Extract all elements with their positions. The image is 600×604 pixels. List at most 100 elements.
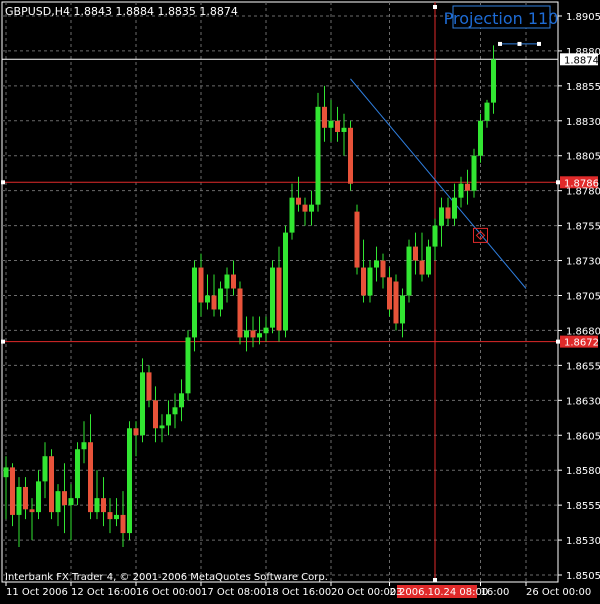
candle-bull (478, 120, 483, 156)
candle-bull (159, 425, 165, 429)
candle-bull (68, 498, 74, 506)
y-tick-label: 1.8705 (566, 291, 600, 302)
candle-bear (419, 260, 425, 275)
candle-bear (322, 106, 327, 128)
candle-bull (471, 155, 477, 191)
candle-bull (172, 407, 178, 415)
candle-bull (328, 120, 334, 128)
time-label: 2006.10.24 08:00 (399, 587, 488, 598)
chart-header: GBPUSD,H4 1.8843 1.8884 1.8835 1.8874 (5, 5, 238, 18)
x-tick-label: 16:00 (481, 587, 510, 598)
candle-bear (302, 204, 308, 212)
price-label: 1.8672 (564, 338, 599, 349)
candle-bull (36, 481, 41, 513)
x-tick-label: 26 Oct 00:00 (526, 587, 591, 598)
candle-bear (133, 428, 139, 436)
y-tick-label: 1.8905 (566, 12, 600, 23)
candle-bear (380, 260, 386, 278)
candle-bear (107, 512, 113, 520)
candle-bear (101, 498, 106, 513)
candle-bear (296, 197, 301, 205)
x-tick-label: 12 Oct 16:00 (71, 587, 136, 598)
candle-bull (484, 102, 490, 121)
candle-bull (315, 106, 321, 205)
candle-bull (16, 486, 22, 515)
line-handle[interactable] (537, 41, 541, 46)
candle-bull (55, 491, 61, 513)
x-tick-label: 16 Oct 00:00 (136, 587, 201, 598)
candle-bull (218, 288, 223, 310)
line-handle[interactable] (498, 41, 502, 46)
line-handle[interactable] (556, 339, 560, 344)
candle-bear (23, 486, 28, 510)
y-tick-label: 1.8830 (566, 117, 600, 128)
candle-bull (452, 197, 457, 219)
y-tick-label: 1.8655 (566, 361, 600, 372)
candle-bull (3, 467, 9, 478)
candle-bull (283, 232, 288, 331)
projection-label-box[interactable]: Projection 110 (444, 5, 559, 29)
candle-bull (185, 337, 191, 394)
y-tick-label: 1.8880 (566, 47, 600, 58)
line-handle[interactable] (1, 180, 5, 185)
candle-bear (231, 274, 236, 289)
candle-bull (432, 225, 438, 247)
y-tick-label: 1.8680 (566, 326, 600, 337)
y-tick-label: 1.8555 (566, 501, 600, 512)
candle-bull (244, 330, 249, 338)
candle-bear (198, 267, 204, 303)
projection-label: Projection 110 (444, 9, 559, 28)
candle-bull (224, 274, 230, 289)
y-tick-label: 1.8605 (566, 431, 600, 442)
candle-bear (29, 509, 35, 513)
line-handle[interactable] (433, 578, 437, 582)
candle-bull (289, 197, 295, 233)
candle-bear (387, 277, 392, 310)
candle-bull (426, 246, 431, 275)
candle-bull (127, 428, 132, 534)
candle-bull (166, 414, 171, 426)
candle-bear (237, 288, 243, 338)
y-tick-label: 1.8730 (566, 257, 600, 268)
candle-bear (354, 211, 360, 268)
line-handle[interactable] (517, 41, 522, 46)
candle-bear (10, 467, 15, 515)
candle-bear (276, 267, 282, 331)
candle-bull (140, 372, 145, 436)
candle-bear (146, 372, 152, 401)
candle-bear (62, 491, 67, 506)
candle-bull (341, 127, 347, 132)
candle-bear (413, 246, 418, 261)
chart-window[interactable]: 1.8786 1.8672 1.8874 2006.10.24 08:00 1.890… (0, 0, 600, 600)
y-tick-label: 1.8755 (566, 222, 600, 233)
y-tick-label: 1.8805 (566, 152, 600, 163)
candle-bull (270, 267, 275, 328)
candle-bull (94, 498, 100, 513)
candle-bull (439, 207, 444, 226)
y-tick-label: 1.8505 (566, 571, 600, 582)
candle-bear (335, 120, 340, 132)
line-handle[interactable] (556, 180, 560, 185)
candle-bull (42, 456, 48, 482)
trendline-group[interactable] (350, 41, 542, 289)
y-tick-label: 1.8530 (566, 536, 600, 547)
candle-bear (465, 183, 470, 191)
candle-bear (49, 456, 54, 513)
line-handle[interactable] (433, 5, 437, 9)
x-tick-label: 20 Oct 00:00 (331, 587, 396, 598)
x-tick-label: 11 Oct 2006 (6, 587, 68, 598)
x-tick-label: 18 Oct 16:00 (266, 587, 331, 598)
copyright-text: Interbank FX Trader 4, © 2001-2006 MetaQ… (5, 572, 328, 583)
candle-bull (309, 204, 314, 212)
y-tick-label: 1.8780 (566, 187, 600, 198)
candle-bull (406, 246, 412, 296)
y-tick-label: 1.8630 (566, 396, 600, 407)
price-chart[interactable]: 1.87861.86721.88742006.10.24 08:00 1.890… (0, 0, 600, 600)
candle-bull (205, 295, 210, 303)
candle-bull (75, 449, 80, 499)
line-handle[interactable] (1, 339, 5, 344)
candle-bear (153, 400, 158, 429)
candle-bear (250, 330, 256, 338)
candle-bull (114, 514, 119, 520)
candle-bull (400, 295, 405, 324)
